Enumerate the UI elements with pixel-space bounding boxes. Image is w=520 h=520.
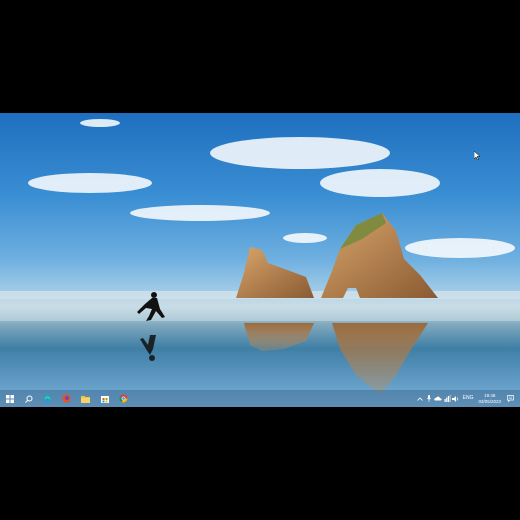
microphone-icon [427, 395, 432, 402]
tray-network[interactable] [443, 390, 452, 407]
network-icon [444, 395, 451, 402]
search-button[interactable] [19, 390, 38, 407]
taskbar-file-explorer[interactable] [76, 390, 95, 407]
tray-volume[interactable] [452, 390, 461, 407]
system-tray: ENG 19:48 03/05/2023 [416, 390, 520, 407]
search-icon [24, 395, 32, 403]
taskbar-firefox[interactable] [57, 390, 76, 407]
taskbar-store[interactable] [95, 390, 114, 407]
firefox-icon [62, 394, 71, 403]
start-button[interactable] [0, 390, 19, 407]
chevron-up-icon [417, 396, 423, 401]
desktop-screen: ENG 19:48 03/05/2023 [0, 113, 520, 407]
taskbar-chrome[interactable] [114, 390, 133, 407]
small-rock [236, 247, 314, 298]
clouds [28, 119, 515, 258]
language-indicator[interactable]: ENG [461, 390, 476, 407]
tray-app[interactable] [425, 390, 434, 407]
speaker-icon [452, 395, 459, 402]
tray-overflow-button[interactable] [416, 390, 425, 407]
beach-wallpaper [0, 119, 520, 395]
windows-logo-icon [5, 394, 14, 403]
mouse-cursor [474, 151, 480, 160]
taskbar: ENG 19:48 03/05/2023 [0, 390, 520, 407]
cloud-icon [434, 396, 442, 401]
chrome-icon [119, 394, 128, 403]
notification-center-button[interactable] [504, 390, 516, 407]
tray-onedrive[interactable] [434, 390, 443, 407]
notification-icon [506, 395, 514, 402]
store-icon [100, 395, 109, 403]
clock[interactable]: 19:48 03/05/2023 [475, 390, 504, 407]
folder-icon [81, 395, 90, 403]
edge-icon [43, 394, 52, 403]
taskbar-edge[interactable] [38, 390, 57, 407]
clock-date: 03/05/2023 [478, 398, 501, 404]
